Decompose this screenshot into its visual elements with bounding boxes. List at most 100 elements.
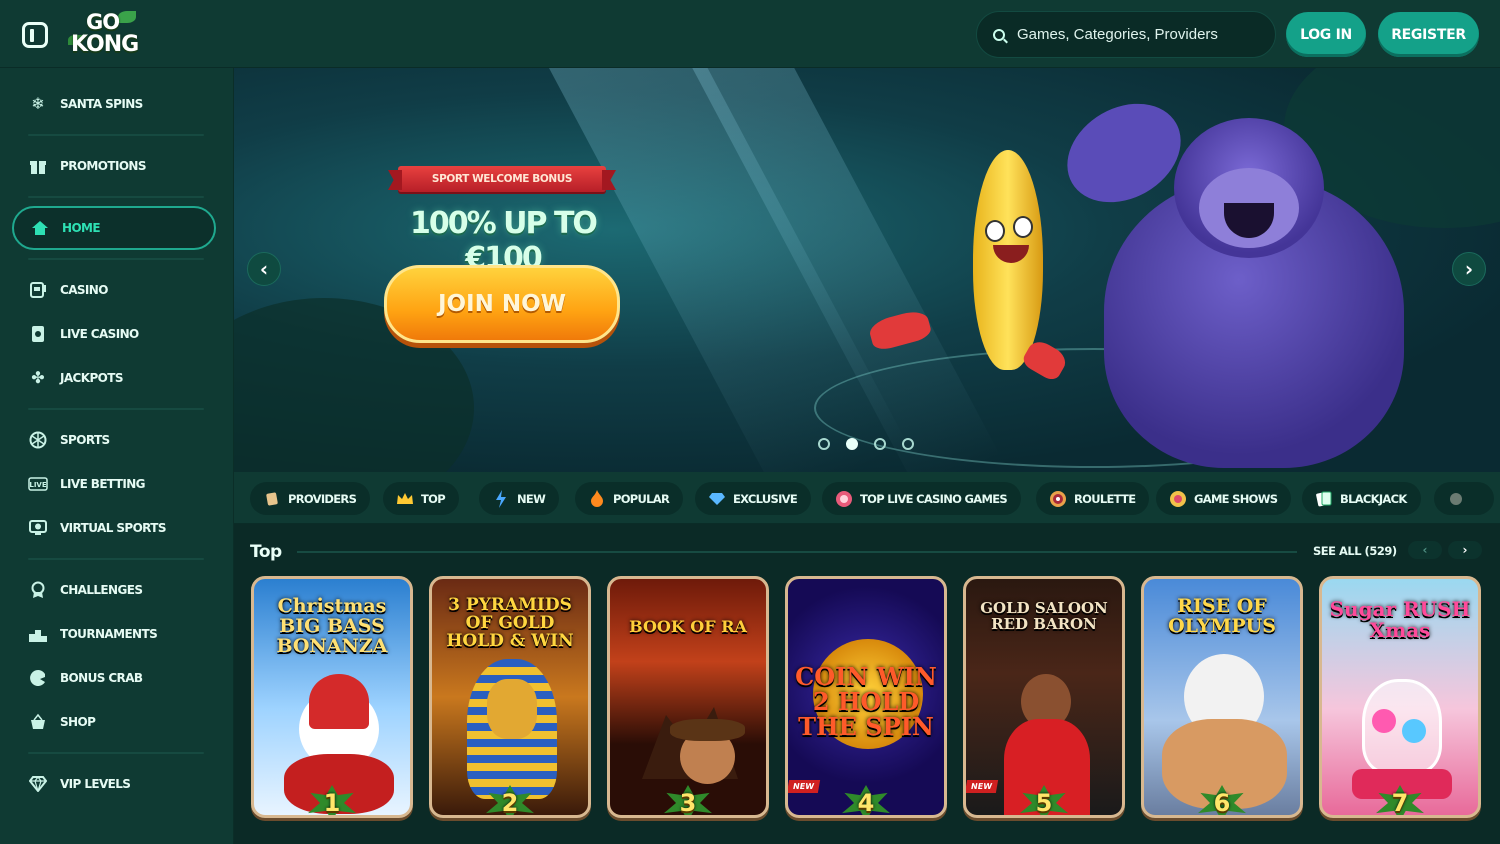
category-chip-blackjack[interactable]: BLACKJACK xyxy=(1302,482,1421,515)
hero-prev-arrow-icon[interactable]: ‹ xyxy=(247,252,281,286)
search-icon xyxy=(993,28,1005,41)
sidebar-item-home[interactable]: HOME xyxy=(12,206,216,250)
rank-badge: 1 xyxy=(308,785,356,815)
games-next-button[interactable]: › xyxy=(1448,541,1482,559)
sidebar-item-live-betting[interactable]: LIVE LIVE BETTING xyxy=(12,462,216,506)
sidebar-item-sports[interactable]: SPORTS xyxy=(12,418,216,462)
rank-badge: 2 xyxy=(486,785,534,815)
category-chip-more[interactable] xyxy=(1434,482,1494,515)
category-chip-providers[interactable]: PROVIDERS xyxy=(250,482,371,515)
sidebar-item-label: TOURNAMENTS xyxy=(60,627,158,641)
menu-toggle-icon[interactable] xyxy=(22,22,48,48)
sidebar-item-label: JACKPOTS xyxy=(60,371,123,385)
category-label: BLACKJACK xyxy=(1340,491,1407,506)
sidebar-item-virtual-sports[interactable]: VIRTUAL SPORTS xyxy=(12,506,216,550)
carousel-dot-active[interactable] xyxy=(846,438,858,450)
carousel-dot[interactable] xyxy=(818,438,830,450)
join-now-button[interactable]: JOIN NOW xyxy=(384,265,620,343)
game-title: Christmas BIG BASS BONANZA xyxy=(276,595,388,657)
sidebar-item-label: PROMOTIONS xyxy=(60,159,147,173)
crab-claw-icon xyxy=(28,668,48,688)
basket-icon xyxy=(28,712,48,732)
sidebar-item-label: LIVE CASINO xyxy=(60,327,139,341)
search-box[interactable] xyxy=(976,11,1276,58)
sidebar-item-label: CHALLENGES xyxy=(60,583,143,597)
category-label: GAME SHOWS xyxy=(1194,491,1278,506)
sidebar-item-promotions[interactable]: PROMOTIONS xyxy=(12,144,216,188)
category-label: TOP xyxy=(421,491,446,506)
svg-text:LIVE: LIVE xyxy=(29,481,46,489)
sidebar-item-casino[interactable]: CASINO xyxy=(12,268,216,312)
rank-badge: 5 xyxy=(1020,785,1068,815)
category-chip-top[interactable]: TOP xyxy=(383,482,459,515)
gift-icon xyxy=(28,156,48,176)
podium-icon xyxy=(28,624,48,644)
game-card-book-of-ra[interactable]: BOOK OF RA 3 xyxy=(607,576,769,818)
category-label: TOP LIVE CASINO GAMES xyxy=(860,491,1008,506)
game-card-3-pyramids-of-gold[interactable]: 3 PYRAMIDS OF GOLD HOLD & WIN 2 xyxy=(429,576,591,818)
sidebar-item-shop[interactable]: SHOP xyxy=(12,700,216,744)
sidebar-item-santa-spins[interactable]: ❄ SANTA SPINS xyxy=(12,82,216,126)
virtual-sports-icon xyxy=(28,518,48,538)
sidebar-item-jackpots[interactable]: ✤ JACKPOTS xyxy=(12,356,216,400)
sidebar-item-label: SPORTS xyxy=(60,433,110,447)
sidebar-item-label: VIRTUAL SPORTS xyxy=(60,521,167,535)
new-tag: NEW xyxy=(966,780,999,793)
slot-machine-icon xyxy=(28,280,48,300)
section-divider xyxy=(297,551,1297,553)
game-title: Sugar RUSH Xmas xyxy=(1329,597,1471,642)
sidebar-item-label: LIVE BETTING xyxy=(60,477,146,491)
hero-next-arrow-icon[interactable]: › xyxy=(1452,252,1486,286)
category-chip-popular[interactable]: POPULAR xyxy=(575,482,684,515)
login-button[interactable]: LOG IN xyxy=(1286,12,1366,57)
game-card-christmas-big-bass[interactable]: Christmas BIG BASS BONANZA 1 xyxy=(251,576,413,818)
sidebar-divider xyxy=(28,134,204,136)
category-label: PROVIDERS xyxy=(288,491,357,506)
category-chip-game-shows[interactable]: GAME SHOWS xyxy=(1156,482,1292,515)
game-title: BOOK OF RA xyxy=(629,617,747,636)
gem-icon xyxy=(707,489,727,509)
search-input[interactable] xyxy=(1017,26,1257,43)
sidebar-item-challenges[interactable]: CHALLENGES xyxy=(12,568,216,612)
carousel-dots xyxy=(818,438,914,450)
see-all-link[interactable]: SEE ALL (529) xyxy=(1313,544,1397,558)
medal-icon xyxy=(28,580,48,600)
more-category-icon xyxy=(1446,489,1466,509)
sidebar-divider xyxy=(28,196,204,198)
sidebar-item-bonus-crab[interactable]: BONUS CRAB xyxy=(12,656,216,700)
category-chip-exclusive[interactable]: EXCLUSIVE xyxy=(695,482,812,515)
games-prev-button[interactable]: ‹ xyxy=(1408,541,1442,559)
scroll-icon xyxy=(262,489,282,509)
sidebar-item-vip-levels[interactable]: VIP LEVELS xyxy=(12,762,216,806)
rank-badge: 3 xyxy=(664,785,712,815)
live-card-icon xyxy=(28,324,48,344)
clover-icon: ✤ xyxy=(31,370,45,387)
register-button[interactable]: REGISTER xyxy=(1378,12,1479,57)
logo-text-bottom: KONG xyxy=(71,32,139,57)
game-card-gold-saloon-red-baron[interactable]: GOLD SALOON RED BARON NEW 5 xyxy=(963,576,1125,818)
sidebar-divider xyxy=(28,752,204,754)
category-chip-roulette[interactable]: ROULETTE xyxy=(1036,482,1150,515)
rank-badge: 7 xyxy=(1376,785,1424,815)
sidebar-divider xyxy=(28,408,204,410)
game-card-sugar-rush-xmas[interactable]: Sugar RUSH Xmas 7 xyxy=(1319,576,1481,818)
gokong-logo[interactable]: GO KONG xyxy=(68,9,140,61)
sidebar-item-live-casino[interactable]: LIVE CASINO xyxy=(12,312,216,356)
new-tag: NEW xyxy=(788,780,821,793)
wheel-icon xyxy=(1168,489,1188,509)
game-title: 3 PYRAMIDS OF GOLD HOLD & WIN xyxy=(446,595,574,651)
game-title: GOLD SALOON RED BARON xyxy=(980,599,1108,633)
sidebar-item-tournaments[interactable]: TOURNAMENTS xyxy=(12,612,216,656)
category-chip-top-live-casino-games[interactable]: TOP LIVE CASINO GAMES xyxy=(822,482,1021,515)
category-bar: PROVIDERS TOP NEW POPULAR EXCLUSIVE TOP … xyxy=(234,472,1500,524)
game-card-coin-win-2[interactable]: COIN WIN 2 HOLD THE SPIN NEW 4 xyxy=(785,576,947,818)
crown-icon xyxy=(395,489,415,509)
live-badge-icon: LIVE xyxy=(28,474,48,494)
carousel-dot[interactable] xyxy=(874,438,886,450)
category-label: ROULETTE xyxy=(1074,491,1136,506)
snowflake-icon: ❄ xyxy=(31,96,45,113)
category-chip-new[interactable]: NEW xyxy=(479,482,560,515)
game-card-rise-of-olympus[interactable]: RISE OF OLYMPUS 6 xyxy=(1141,576,1303,818)
flame-icon xyxy=(587,489,607,509)
carousel-dot[interactable] xyxy=(902,438,914,450)
